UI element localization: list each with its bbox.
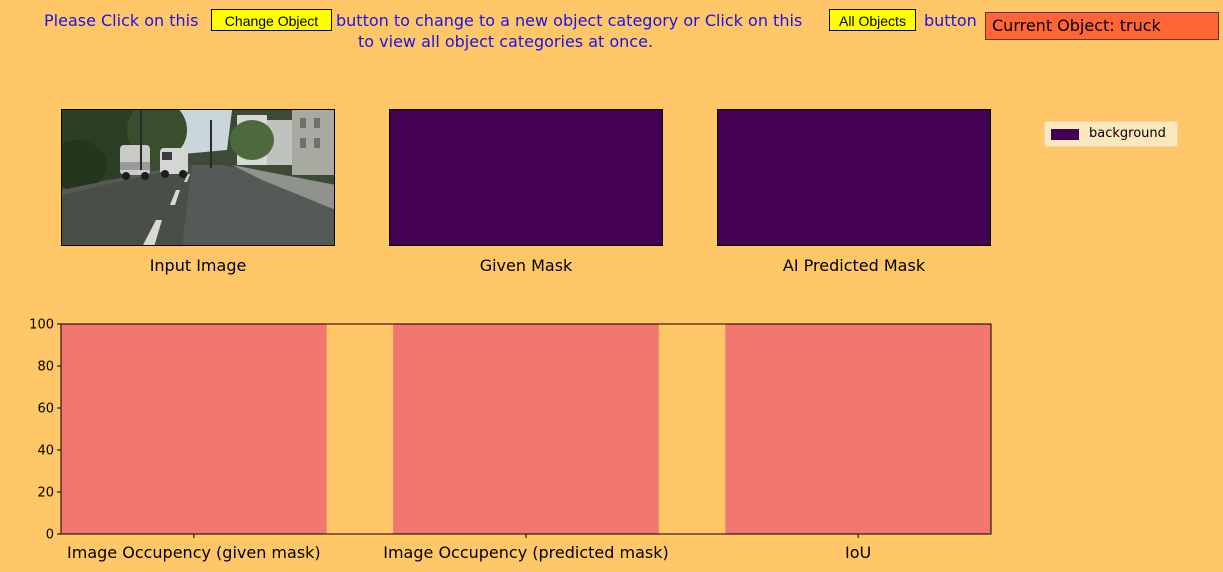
occupancy-bar-chart: 0 20 40 60 80 100 Image Occupency (given mask)… — [29, 318, 992, 562]
x-tick-label-1: Image Occupency (predicted mask) — [383, 543, 668, 562]
bar-0 — [61, 324, 327, 534]
x-tick-label-2: IoU — [845, 543, 871, 562]
y-tick-label-4: 80 — [37, 360, 54, 375]
y-tick-label-2: 40 — [37, 444, 54, 459]
y-tick-label-1: 20 — [37, 486, 54, 501]
app-root: Please Click on this Change Object butto… — [0, 0, 1223, 572]
y-tick-label-0: 0 — [46, 528, 54, 543]
bar-2 — [725, 324, 991, 534]
x-tick-label-0: Image Occupency (given mask) — [67, 543, 321, 562]
y-tick-label-3: 60 — [37, 402, 54, 417]
bar-1 — [393, 324, 659, 534]
y-tick-label-5: 100 — [29, 318, 54, 333]
